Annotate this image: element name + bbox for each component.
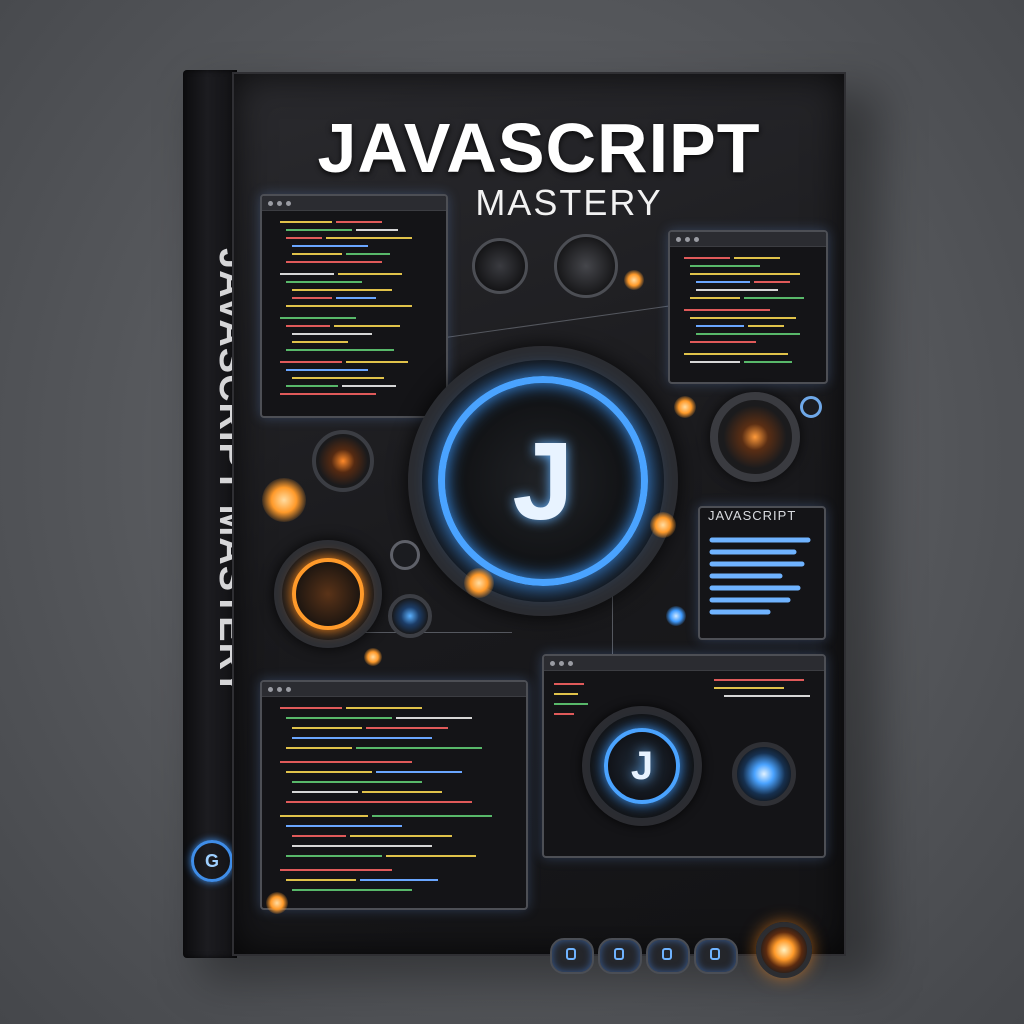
- book-cover-scene: JAVASCRIPT MASTERY G JAVASCRIPT MASTERY: [0, 0, 1024, 1024]
- circuit-line: [352, 632, 512, 633]
- glowing-orb-icon: [666, 606, 686, 626]
- lower-logo: J: [630, 743, 654, 788]
- window-titlebar: [262, 682, 526, 697]
- cover-title: JAVASCRIPT: [317, 109, 761, 187]
- small-blue-ring-icon: [800, 396, 822, 418]
- control-button: [598, 938, 642, 974]
- dashboard-emblem-glow: J: [604, 728, 680, 804]
- dial-icon: [312, 430, 374, 492]
- orange-emblem-ring: [274, 540, 382, 648]
- glowing-orb-icon: [364, 648, 382, 666]
- code-lines: [280, 707, 492, 891]
- dashboard-orb-icon: [732, 742, 796, 806]
- glowing-orb-icon: [464, 568, 494, 598]
- book-front-cover: JAVASCRIPT MASTERY J JAVASCRIPT J: [232, 72, 846, 978]
- dashboard-window-icon: J: [542, 654, 826, 858]
- small-blue-ring-icon: [390, 540, 420, 570]
- panel-label: JAVASCRIPT: [708, 508, 797, 523]
- center-logo: J: [512, 419, 574, 543]
- window-titlebar: [262, 196, 446, 211]
- orange-emblem-core: [292, 558, 364, 630]
- control-button: [550, 938, 594, 974]
- glowing-orb-icon: [266, 892, 288, 914]
- javascript-list-panel: JAVASCRIPT: [698, 506, 826, 640]
- code-window-icon: [260, 680, 528, 910]
- small-blue-ring-icon: [388, 594, 432, 638]
- control-button: [646, 938, 690, 974]
- spine-logo-icon: G: [191, 840, 233, 882]
- dial-icon: [554, 234, 618, 298]
- dashboard-emblem-ring: J: [582, 706, 702, 826]
- glowing-orb-icon: [674, 396, 696, 418]
- control-button: [694, 938, 738, 974]
- glowing-orb-icon: [624, 270, 644, 290]
- dashboard-text-lines: [714, 679, 810, 697]
- glowing-orb-icon: [650, 512, 676, 538]
- code-lines: [684, 257, 804, 363]
- glowing-orb-icon: [262, 478, 306, 522]
- power-button-icon: [756, 922, 812, 978]
- dial-icon: [472, 238, 528, 294]
- window-titlebar: [544, 656, 824, 671]
- dashboard-side-lines: [554, 683, 588, 715]
- list-lines: [709, 537, 811, 615]
- circuit-line: [433, 305, 671, 340]
- code-window-icon: [260, 194, 448, 418]
- dial-icon: [710, 392, 800, 482]
- code-lines: [280, 221, 412, 395]
- central-emblem-glow-ring: J: [438, 376, 648, 586]
- code-window-icon: [668, 230, 828, 384]
- window-titlebar: [670, 232, 826, 247]
- book-spine: JAVASCRIPT MASTERY G: [183, 70, 253, 958]
